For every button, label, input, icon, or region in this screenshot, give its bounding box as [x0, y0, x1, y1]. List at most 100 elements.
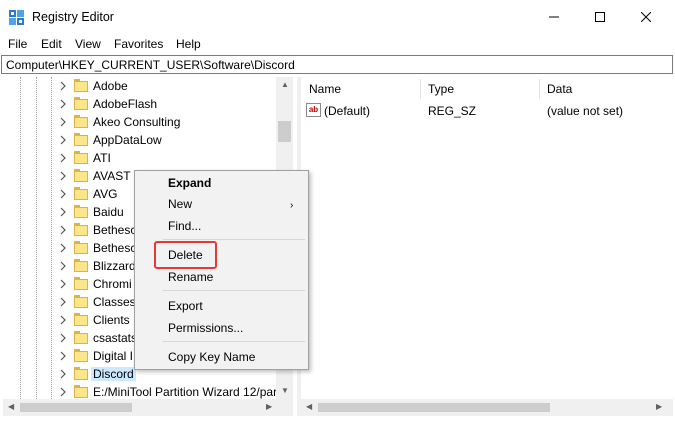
chevron-right-icon[interactable]	[59, 153, 67, 163]
registry-editor-app-icon	[9, 10, 24, 25]
chevron-right-icon[interactable]	[59, 99, 67, 109]
menu-item-rename[interactable]: Rename	[168, 270, 213, 284]
tree-item[interactable]: E:/MiniTool Partition Wizard 12/par	[3, 383, 281, 399]
chevron-right-icon[interactable]	[59, 387, 67, 397]
folder-icon	[74, 259, 88, 272]
menu-separator	[163, 239, 305, 240]
folder-icon	[74, 313, 88, 326]
chevron-right-icon[interactable]	[59, 243, 67, 253]
chevron-right-icon[interactable]	[59, 81, 67, 91]
tree-item-label: Adobe	[93, 79, 128, 93]
address-bar[interactable]: Computer\HKEY_CURRENT_USER\Software\Disc…	[1, 55, 673, 74]
scroll-up-icon[interactable]: ▲	[281, 80, 289, 90]
minimize-icon	[549, 16, 559, 18]
menu-item-copy-key-name[interactable]: Copy Key Name	[168, 350, 255, 364]
tree-item-label: AVG	[93, 187, 118, 201]
folder-icon	[74, 169, 88, 182]
chevron-right-icon[interactable]	[59, 315, 67, 325]
chevron-right-icon[interactable]	[59, 117, 67, 127]
maximize-icon	[595, 12, 605, 22]
folder-icon	[74, 223, 88, 236]
tree-item-label: Digital I	[93, 349, 134, 363]
tree-horizontal-scroll-thumb[interactable]	[20, 403, 132, 412]
chevron-right-icon[interactable]	[59, 351, 67, 361]
tree-item-label: Discord	[91, 367, 136, 381]
tree-item-label: Bethesc	[93, 241, 137, 255]
scroll-right-icon[interactable]: ▶	[266, 402, 272, 412]
chevron-right-icon[interactable]	[59, 297, 67, 307]
list-horizontal-scroll-thumb[interactable]	[318, 403, 550, 412]
menu-help[interactable]: Help	[176, 37, 201, 51]
tree-item[interactable]: Adobe	[3, 77, 281, 95]
string-value-icon: ab	[306, 103, 321, 117]
folder-icon	[74, 187, 88, 200]
tree-item-label: AppDataLow	[93, 133, 162, 147]
folder-icon	[74, 97, 88, 110]
tree-item-label: AdobeFlash	[93, 97, 158, 111]
column-header-name[interactable]: Name	[309, 82, 341, 102]
folder-icon	[74, 79, 88, 92]
folder-icon	[74, 241, 88, 254]
tree-item-label: ATI	[93, 151, 111, 165]
close-icon	[641, 12, 651, 22]
column-header-type[interactable]: Type	[428, 82, 454, 102]
column-header-data[interactable]: Data	[547, 82, 572, 102]
address-path: Computer\HKEY_CURRENT_USER\Software\Disc…	[6, 58, 295, 72]
chevron-right-icon[interactable]	[59, 333, 67, 343]
scroll-left-icon[interactable]: ◀	[8, 402, 14, 412]
scroll-right-icon[interactable]: ▶	[656, 402, 662, 412]
tree-item[interactable]: AppDataLow	[3, 131, 281, 149]
menu-view[interactable]: View	[75, 37, 101, 51]
value-name[interactable]: (Default)	[324, 104, 370, 118]
folder-icon	[74, 277, 88, 290]
chevron-right-icon[interactable]	[59, 135, 67, 145]
chevron-right-icon[interactable]	[59, 225, 67, 235]
tree-item-label: Bethesc	[93, 223, 137, 237]
value-type: REG_SZ	[428, 104, 477, 118]
menu-item-permissions[interactable]: Permissions...	[168, 321, 243, 335]
tree-item-label: Baidu	[93, 205, 124, 219]
folder-icon	[74, 349, 88, 362]
maximize-button[interactable]	[577, 0, 623, 34]
tree-item[interactable]: AdobeFlash	[3, 95, 281, 113]
folder-icon	[74, 151, 88, 164]
window-bottom-edge	[0, 416, 675, 422]
chevron-right-icon[interactable]	[59, 369, 67, 379]
column-separator[interactable]	[539, 79, 540, 99]
value-data: (value not set)	[547, 104, 624, 118]
chevron-right-icon[interactable]	[59, 279, 67, 289]
menu-bar: File Edit View Favorites Help	[0, 34, 675, 54]
folder-icon	[74, 133, 88, 146]
tree-item-label: csastats	[93, 331, 138, 345]
menu-file[interactable]: File	[8, 37, 27, 51]
close-button[interactable]	[623, 0, 669, 34]
tree-item-label: E:/MiniTool Partition Wizard 12/par	[93, 385, 278, 399]
scroll-left-icon[interactable]: ◀	[306, 402, 312, 412]
menu-item-find[interactable]: Find...	[168, 219, 201, 233]
folder-icon	[74, 115, 88, 128]
folder-icon	[74, 295, 88, 308]
column-separator[interactable]	[420, 79, 421, 99]
tree-vertical-scroll-thumb[interactable]	[278, 121, 291, 142]
context-menu: Expand New › Find... Delete Rename Expor…	[134, 170, 309, 370]
folder-icon	[74, 331, 88, 344]
chevron-right-icon: ›	[290, 200, 294, 211]
tree-item[interactable]: ATI	[3, 149, 281, 167]
chevron-right-icon[interactable]	[59, 189, 67, 199]
menu-item-export[interactable]: Export	[168, 299, 203, 313]
chevron-right-icon[interactable]	[59, 171, 67, 181]
menu-edit[interactable]: Edit	[41, 37, 62, 51]
menu-favorites[interactable]: Favorites	[114, 37, 163, 51]
scroll-down-icon[interactable]: ▼	[281, 386, 289, 396]
menu-item-expand[interactable]: Expand	[168, 176, 211, 190]
minimize-button[interactable]	[531, 0, 577, 34]
folder-icon	[74, 205, 88, 218]
chevron-right-icon[interactable]	[59, 207, 67, 217]
menu-item-new[interactable]: New	[168, 197, 192, 211]
chevron-right-icon[interactable]	[59, 261, 67, 271]
folder-icon	[74, 385, 88, 398]
delete-highlight-box	[154, 241, 217, 269]
tree-item-label: Clients	[93, 313, 130, 327]
tree-item[interactable]: Akeo Consulting	[3, 113, 281, 131]
window-title: Registry Editor	[32, 10, 114, 24]
